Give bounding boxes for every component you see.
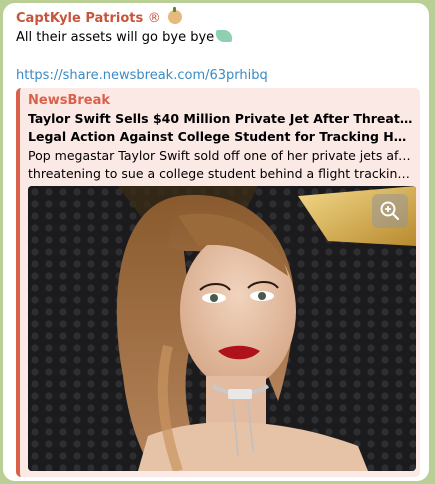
sender-name[interactable]: CaptKyle Patriots ®	[16, 7, 417, 29]
zoom-in-icon	[380, 201, 400, 221]
preview-title[interactable]: Taylor Swift Sells $40 Million Private J…	[28, 110, 413, 146]
preview-title-line: Legal Action Against College Student for…	[28, 129, 413, 144]
preview-description: Pop megastar Taylor Swift sold off one o…	[28, 147, 413, 183]
message-text-content: All their assets will go bye bye	[16, 30, 215, 45]
sender-registered-mark: ®	[147, 11, 161, 26]
preview-image[interactable]	[28, 186, 416, 471]
link-preview-card[interactable]: NewsBreak Taylor Swift Sells $40 Million…	[16, 88, 420, 477]
sender-name-text[interactable]: CaptKyle Patriots	[16, 11, 143, 26]
preview-photo-illustration	[28, 186, 416, 471]
zoom-in-button[interactable]	[372, 194, 408, 228]
preview-site-name: NewsBreak	[28, 93, 110, 108]
message-link[interactable]: https://share.newsbreak.com/63prhibq	[16, 67, 417, 85]
money-with-wings-icon	[216, 30, 233, 42]
preview-description-line: Pop megastar Taylor Swift sold off one o…	[28, 148, 413, 163]
message-text: All their assets will go bye bye	[16, 29, 417, 47]
message-bubble: CaptKyle Patriots ® All their assets wil…	[3, 3, 429, 481]
peach-emoji-icon	[168, 7, 183, 24]
preview-description-line: threatening to sue a college student beh…	[28, 166, 413, 181]
preview-title-line: Taylor Swift Sells $40 Million Private J…	[28, 111, 413, 126]
